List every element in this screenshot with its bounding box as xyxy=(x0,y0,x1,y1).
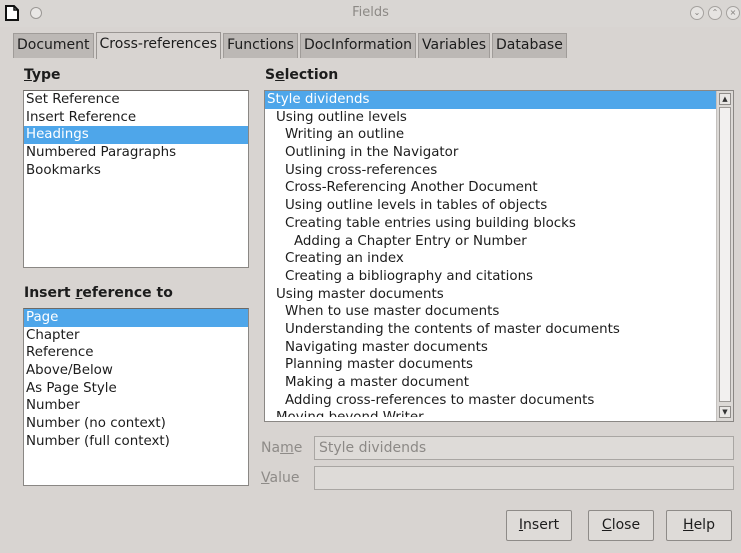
vertical-scrollbar[interactable]: ▲ ▼ xyxy=(716,91,733,421)
minimize-icon[interactable]: ⌄ xyxy=(690,6,704,20)
list-item[interactable]: Page xyxy=(24,309,248,327)
insert-button[interactable]: Insert xyxy=(506,510,572,541)
value-field[interactable] xyxy=(314,466,734,490)
list-item[interactable]: Chapter xyxy=(24,327,248,345)
list-item[interactable]: Above/Below xyxy=(24,362,248,380)
tree-item[interactable]: When to use master documents xyxy=(265,303,716,321)
tree-item[interactable]: Using cross-references xyxy=(265,162,716,180)
selection-tree[interactable]: Style dividends Using outline levels Wri… xyxy=(264,90,734,422)
list-item[interactable]: Number xyxy=(24,397,248,415)
name-label: Name xyxy=(261,440,303,456)
list-item[interactable]: Number (full context) xyxy=(24,433,248,451)
title-bar: Fields ⌄ ⌃ × xyxy=(0,0,741,27)
scroll-thumb[interactable] xyxy=(719,107,731,402)
tree-item[interactable]: Style dividends xyxy=(265,91,716,109)
name-field[interactable]: Style dividends xyxy=(314,436,734,460)
list-item[interactable]: As Page Style xyxy=(24,380,248,398)
list-item[interactable]: Set Reference xyxy=(24,91,248,109)
tree-item[interactable]: Moving beyond Writer xyxy=(265,409,716,417)
tab-document[interactable]: Document xyxy=(13,33,94,58)
selection-rows: Style dividends Using outline levels Wri… xyxy=(265,91,716,417)
tree-item[interactable]: Using outline levels xyxy=(265,109,716,127)
tree-item[interactable]: Navigating master documents xyxy=(265,339,716,357)
tab-database[interactable]: Database xyxy=(492,33,567,58)
scroll-down-icon[interactable]: ▼ xyxy=(719,406,731,418)
help-button[interactable]: Help xyxy=(666,510,732,541)
window-title: Fields xyxy=(352,5,389,20)
list-item[interactable]: Insert Reference xyxy=(24,109,248,127)
selection-label: Selection xyxy=(265,67,339,83)
insert-reference-to-label: Insert reference to xyxy=(24,285,173,301)
tree-item[interactable]: Writing an outline xyxy=(265,126,716,144)
tab-functions[interactable]: Functions xyxy=(223,33,298,58)
type-label: Type xyxy=(24,67,61,83)
list-item[interactable]: Number (no context) xyxy=(24,415,248,433)
tab-docinformation[interactable]: DocInformation xyxy=(299,33,417,58)
scroll-up-icon[interactable]: ▲ xyxy=(719,93,731,105)
tab-cross-references[interactable]: Cross-references xyxy=(95,32,222,59)
tree-item[interactable]: Creating a bibliography and citations xyxy=(265,268,716,286)
tree-item[interactable]: Understanding the contents of master doc… xyxy=(265,321,716,339)
list-item[interactable]: Reference xyxy=(24,344,248,362)
list-item[interactable]: Bookmarks xyxy=(24,162,248,180)
tree-item[interactable]: Using master documents xyxy=(265,286,716,304)
tree-item[interactable]: Adding cross-references to master docume… xyxy=(265,392,716,410)
type-list[interactable]: Set Reference Insert Reference Headings … xyxy=(23,90,249,268)
tree-item[interactable]: Making a master document xyxy=(265,374,716,392)
tab-variables[interactable]: Variables xyxy=(418,33,491,58)
tree-item[interactable]: Cross-Referencing Another Document xyxy=(265,179,716,197)
maximize-icon[interactable]: ⌃ xyxy=(708,6,722,20)
value-label: Value xyxy=(261,470,300,486)
tab-bar: Document Cross-references Functions DocI… xyxy=(13,32,569,59)
tree-item[interactable]: Creating an index xyxy=(265,250,716,268)
tree-item[interactable]: Outlining in the Navigator xyxy=(265,144,716,162)
insert-reference-to-list[interactable]: Page Chapter Reference Above/Below As Pa… xyxy=(23,308,249,486)
close-window-icon[interactable]: × xyxy=(726,6,740,20)
tree-item[interactable]: Adding a Chapter Entry or Number xyxy=(265,233,716,251)
tree-item[interactable]: Planning master documents xyxy=(265,356,716,374)
close-button[interactable]: Close xyxy=(588,510,654,541)
list-item[interactable]: Headings xyxy=(24,126,248,145)
list-item[interactable]: Numbered Paragraphs xyxy=(24,144,248,162)
tree-item[interactable]: Creating table entries using building bl… xyxy=(265,215,716,233)
tree-item[interactable]: Using outline levels in tables of object… xyxy=(265,197,716,215)
